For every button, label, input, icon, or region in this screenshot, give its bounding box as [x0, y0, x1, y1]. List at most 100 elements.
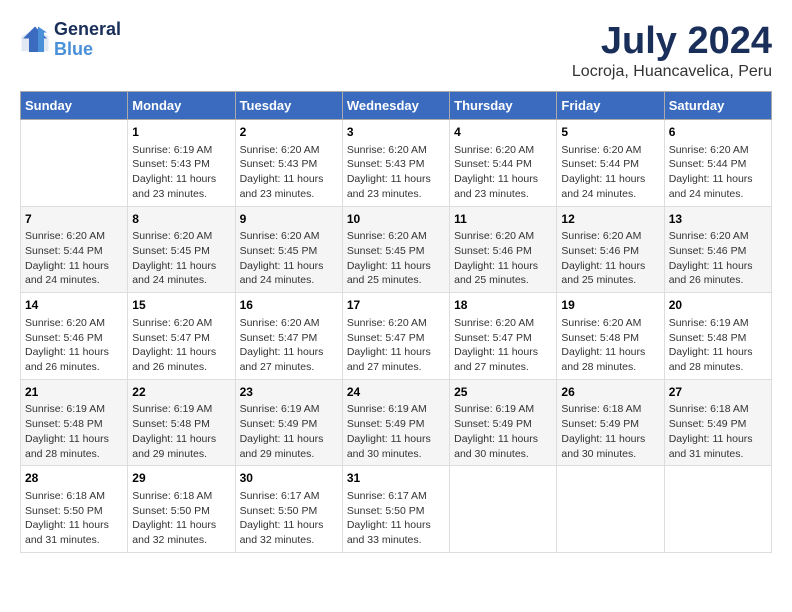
day-number: 21 [25, 384, 123, 401]
day-info: Sunrise: 6:20 AMSunset: 5:43 PMDaylight:… [240, 143, 338, 202]
calendar-header-row: SundayMondayTuesdayWednesdayThursdayFrid… [21, 92, 772, 120]
calendar-week-row: 14 Sunrise: 6:20 AMSunset: 5:46 PMDayligh… [21, 293, 772, 380]
logo: General Blue [20, 20, 121, 60]
day-info: Sunrise: 6:20 AMSunset: 5:46 PMDaylight:… [561, 229, 659, 288]
day-number: 31 [347, 470, 445, 487]
day-info: Sunrise: 6:19 AMSunset: 5:49 PMDaylight:… [454, 402, 552, 461]
calendar-cell: 30 Sunrise: 6:17 AMSunset: 5:50 PMDayligh… [235, 466, 342, 553]
day-info: Sunrise: 6:17 AMSunset: 5:50 PMDaylight:… [240, 489, 338, 548]
day-number: 20 [669, 297, 767, 314]
day-info: Sunrise: 6:18 AMSunset: 5:49 PMDaylight:… [561, 402, 659, 461]
day-info: Sunrise: 6:19 AMSunset: 5:49 PMDaylight:… [240, 402, 338, 461]
day-info: Sunrise: 6:20 AMSunset: 5:45 PMDaylight:… [132, 229, 230, 288]
calendar-cell: 20 Sunrise: 6:19 AMSunset: 5:48 PMDayligh… [664, 293, 771, 380]
calendar-cell: 15Sunrise: 6:20 AMSunset: 5:47 PMDayligh… [128, 293, 235, 380]
day-number: 16 [240, 297, 338, 314]
day-info: Sunrise: 6:20 AMSunset: 5:46 PMDaylight:… [25, 316, 123, 375]
calendar-cell: 3 Sunrise: 6:20 AMSunset: 5:43 PMDaylight… [342, 120, 449, 207]
calendar-header-thursday: Thursday [450, 92, 557, 120]
day-info: Sunrise: 6:20 AMSunset: 5:47 PMDaylight:… [454, 316, 552, 375]
calendar-cell: 16 Sunrise: 6:20 AMSunset: 5:47 PMDayligh… [235, 293, 342, 380]
day-number: 5 [561, 124, 659, 141]
day-info: Sunrise: 6:19 AMSunset: 5:48 PMDaylight:… [25, 402, 123, 461]
calendar-cell: 27Sunrise: 6:18 AMSunset: 5:49 PMDayligh… [664, 379, 771, 466]
day-info: Sunrise: 6:18 AMSunset: 5:49 PMDaylight:… [669, 402, 767, 461]
calendar-cell: 26Sunrise: 6:18 AMSunset: 5:49 PMDayligh… [557, 379, 664, 466]
calendar-header-saturday: Saturday [664, 92, 771, 120]
day-number: 3 [347, 124, 445, 141]
day-number: 18 [454, 297, 552, 314]
day-number: 22 [132, 384, 230, 401]
calendar-cell [557, 466, 664, 553]
calendar-week-row: 28 Sunrise: 6:18 AMSunset: 5:50 PMDayligh… [21, 466, 772, 553]
day-info: Sunrise: 6:20 AMSunset: 5:46 PMDaylight:… [669, 229, 767, 288]
calendar-header-monday: Monday [128, 92, 235, 120]
day-info: Sunrise: 6:18 AMSunset: 5:50 PMDaylight:… [132, 489, 230, 548]
calendar-header-friday: Friday [557, 92, 664, 120]
day-info: Sunrise: 6:19 AMSunset: 5:48 PMDaylight:… [132, 402, 230, 461]
calendar-cell: 14 Sunrise: 6:20 AMSunset: 5:46 PMDayligh… [21, 293, 128, 380]
calendar-header-wednesday: Wednesday [342, 92, 449, 120]
calendar-cell: 19 Sunrise: 6:20 AMSunset: 5:48 PMDayligh… [557, 293, 664, 380]
day-number: 2 [240, 124, 338, 141]
day-number: 1 [132, 124, 230, 141]
calendar-cell [450, 466, 557, 553]
calendar-cell: 2 Sunrise: 6:20 AMSunset: 5:43 PMDaylight… [235, 120, 342, 207]
day-info: Sunrise: 6:20 AMSunset: 5:48 PMDaylight:… [561, 316, 659, 375]
calendar-cell: 12Sunrise: 6:20 AMSunset: 5:46 PMDayligh… [557, 206, 664, 293]
calendar-title: July 2024 [572, 20, 772, 63]
calendar-week-row: 21Sunrise: 6:19 AMSunset: 5:48 PMDayligh… [21, 379, 772, 466]
day-info: Sunrise: 6:20 AMSunset: 5:45 PMDaylight:… [347, 229, 445, 288]
calendar-subtitle: Locroja, Huancavelica, Peru [572, 63, 772, 81]
calendar-cell [21, 120, 128, 207]
day-info: Sunrise: 6:20 AMSunset: 5:44 PMDaylight:… [25, 229, 123, 288]
day-number: 9 [240, 211, 338, 228]
day-info: Sunrise: 6:20 AMSunset: 5:46 PMDaylight:… [454, 229, 552, 288]
day-number: 4 [454, 124, 552, 141]
day-number: 10 [347, 211, 445, 228]
day-info: Sunrise: 6:19 AMSunset: 5:43 PMDaylight:… [132, 143, 230, 202]
day-number: 8 [132, 211, 230, 228]
day-number: 13 [669, 211, 767, 228]
calendar-cell: 11Sunrise: 6:20 AMSunset: 5:46 PMDayligh… [450, 206, 557, 293]
calendar-cell: 8Sunrise: 6:20 AMSunset: 5:45 PMDaylight… [128, 206, 235, 293]
logo-text: General Blue [54, 20, 121, 60]
calendar-cell: 31 Sunrise: 6:17 AMSunset: 5:50 PMDayligh… [342, 466, 449, 553]
calendar-table: SundayMondayTuesdayWednesdayThursdayFrid… [20, 91, 772, 553]
day-number: 6 [669, 124, 767, 141]
day-number: 23 [240, 384, 338, 401]
day-info: Sunrise: 6:20 AMSunset: 5:45 PMDaylight:… [240, 229, 338, 288]
day-number: 19 [561, 297, 659, 314]
day-number: 14 [25, 297, 123, 314]
page-header: General Blue July 2024 Locroja, Huancave… [20, 20, 772, 81]
calendar-cell: 9Sunrise: 6:20 AMSunset: 5:45 PMDaylight… [235, 206, 342, 293]
day-info: Sunrise: 6:20 AMSunset: 5:47 PMDaylight:… [132, 316, 230, 375]
calendar-cell: 28Sunrise: 6:18 AMSunset: 5:50 PMDayligh… [21, 466, 128, 553]
day-number: 17 [347, 297, 445, 314]
day-number: 28 [25, 470, 123, 487]
day-number: 25 [454, 384, 552, 401]
day-info: Sunrise: 6:20 AMSunset: 5:47 PMDaylight:… [240, 316, 338, 375]
calendar-cell: 6Sunrise: 6:20 AMSunset: 5:44 PMDaylight… [664, 120, 771, 207]
calendar-cell: 17 Sunrise: 6:20 AMSunset: 5:47 PMDayligh… [342, 293, 449, 380]
title-block: July 2024 Locroja, Huancavelica, Peru [572, 20, 772, 81]
calendar-cell: 22Sunrise: 6:19 AMSunset: 5:48 PMDayligh… [128, 379, 235, 466]
calendar-cell: 18 Sunrise: 6:20 AMSunset: 5:47 PMDayligh… [450, 293, 557, 380]
calendar-cell: 1 Sunrise: 6:19 AMSunset: 5:43 PMDaylight… [128, 120, 235, 207]
calendar-cell: 13Sunrise: 6:20 AMSunset: 5:46 PMDayligh… [664, 206, 771, 293]
day-info: Sunrise: 6:20 AMSunset: 5:44 PMDaylight:… [561, 143, 659, 202]
day-info: Sunrise: 6:19 AMSunset: 5:48 PMDaylight:… [669, 316, 767, 375]
day-number: 27 [669, 384, 767, 401]
day-info: Sunrise: 6:19 AMSunset: 5:49 PMDaylight:… [347, 402, 445, 461]
day-info: Sunrise: 6:20 AMSunset: 5:47 PMDaylight:… [347, 316, 445, 375]
day-number: 7 [25, 211, 123, 228]
day-info: Sunrise: 6:17 AMSunset: 5:50 PMDaylight:… [347, 489, 445, 548]
calendar-cell [664, 466, 771, 553]
calendar-cell: 10Sunrise: 6:20 AMSunset: 5:45 PMDayligh… [342, 206, 449, 293]
day-number: 30 [240, 470, 338, 487]
day-info: Sunrise: 6:20 AMSunset: 5:43 PMDaylight:… [347, 143, 445, 202]
calendar-cell: 7Sunrise: 6:20 AMSunset: 5:44 PMDaylight… [21, 206, 128, 293]
day-number: 11 [454, 211, 552, 228]
calendar-header-sunday: Sunday [21, 92, 128, 120]
calendar-week-row: 7Sunrise: 6:20 AMSunset: 5:44 PMDaylight… [21, 206, 772, 293]
